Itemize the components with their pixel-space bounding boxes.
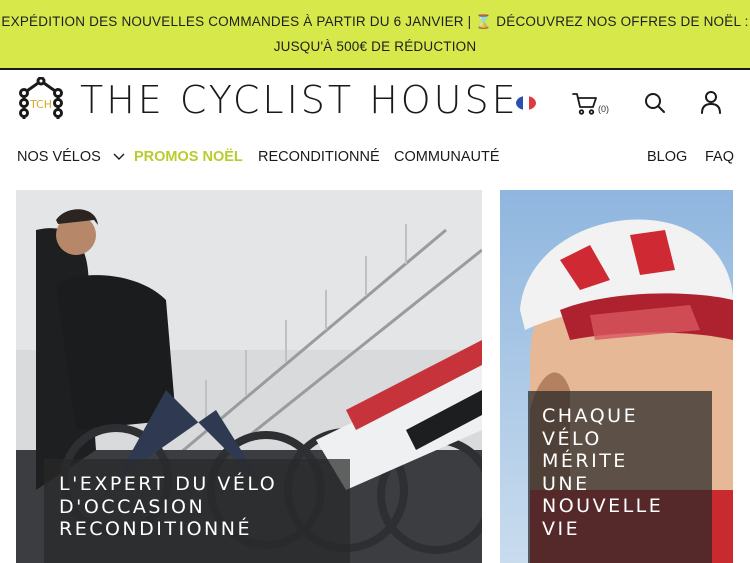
hero-banner-expert[interactable]: L'EXPERT DU VÉLO D'OCCASION RECONDITIONN… — [16, 190, 482, 563]
hero-caption-line: MÉRITE — [542, 450, 628, 472]
hero-caption-line: VÉLO — [542, 427, 602, 450]
hero-caption-expert: L'EXPERT DU VÉLO D'OCCASION RECONDITIONN… — [44, 459, 350, 563]
logo-mark-icon: TCH — [16, 76, 66, 123]
hero-banner-mission[interactable]: CHAQUE VÉLO MÉRITE UNE NOUVELLE VIE — [500, 190, 733, 563]
nav-item-faq[interactable]: FAQ — [705, 146, 734, 168]
hero-caption-line: D'OCCASION — [59, 495, 206, 518]
nav-item-label: NOS VÉLOS — [17, 149, 101, 165]
user-icon[interactable] — [700, 90, 722, 114]
hero-caption-mission: CHAQUE VÉLO MÉRITE UNE NOUVELLE VIE — [528, 391, 712, 563]
hero-caption-line: CHAQUE — [542, 405, 639, 427]
hero-caption-line: RECONDITIONNÉ — [59, 518, 252, 540]
cart-icon[interactable] — [572, 92, 598, 116]
hero-caption-line: UNE — [542, 472, 590, 495]
hero-caption-line: L'EXPERT DU VÉLO — [59, 473, 278, 495]
france-flag-icon[interactable] — [516, 96, 536, 110]
site-logo[interactable]: TCH THE CYCLIST HOUSE — [16, 76, 519, 124]
announcement-bar[interactable]: EXPÉDITION DES NOUVELLES COMMANDES À PAR… — [0, 0, 750, 68]
hero-caption-line: NOUVELLE — [542, 495, 664, 517]
nav-item-nos-velos[interactable]: NOS VÉLOS — [17, 146, 125, 168]
nav-item-reconditionne[interactable]: RECONDITIONNÉ — [258, 146, 380, 168]
logo-initials: TCH — [29, 98, 52, 111]
main-nav: NOS VÉLOS PROMOS NOËL RECONDITIONNÉ COMM… — [0, 146, 750, 168]
search-icon[interactable] — [644, 92, 666, 114]
nav-item-promos-noel[interactable]: PROMOS NOËL — [134, 146, 243, 168]
cart-count: (0) — [598, 104, 609, 114]
chevron-down-icon — [113, 153, 125, 161]
header-divider — [0, 68, 750, 70]
hero-caption-line: VIE — [542, 517, 581, 540]
nav-item-communaute[interactable]: COMMUNAUTÉ — [394, 146, 500, 168]
nav-item-blog[interactable]: BLOG — [647, 146, 687, 168]
announcement-line-1: EXPÉDITION DES NOUVELLES COMMANDES À PAR… — [1, 14, 749, 29]
logo-wordmark: THE CYCLIST HOUSE — [80, 78, 519, 122]
announcement-line-2: JUSQU'À 500€ DE RÉDUCTION — [273, 39, 477, 54]
